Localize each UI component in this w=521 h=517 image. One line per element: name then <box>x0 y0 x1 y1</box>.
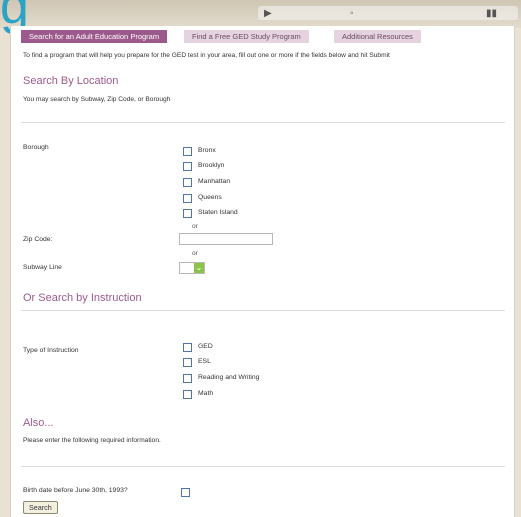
or-separator: or <box>192 223 198 230</box>
chevron-down-icon[interactable]: ⌄ <box>194 263 204 273</box>
location-instructions: You may search by Subway, Zip Code, or B… <box>23 96 171 103</box>
search-panel: Search for an Adult Education Program Fi… <box>10 26 515 517</box>
option-label: Math <box>198 390 214 397</box>
divider <box>21 310 505 311</box>
or-separator: or <box>192 250 198 257</box>
section-title-location: Search By Location <box>23 75 119 87</box>
option-label: Bronx <box>198 147 216 154</box>
play-icon: ▶ <box>264 8 272 19</box>
zip-code-input[interactable] <box>179 233 273 245</box>
option-label: Staten Island <box>198 209 238 216</box>
birth-date-label: Birth date before June 30th, 1993? <box>23 487 128 494</box>
subway-line-label: Subway Line <box>23 264 62 271</box>
zip-code-label: Zip Code: <box>23 236 53 243</box>
checkbox[interactable] <box>181 488 190 497</box>
section-title-instruction: Or Search by Instruction <box>23 292 142 304</box>
checkbox[interactable] <box>183 374 192 383</box>
also-instructions: Please enter the following required info… <box>23 437 161 444</box>
checkbox[interactable] <box>183 390 192 399</box>
type-of-instruction-label: Type of Instruction <box>23 347 79 354</box>
divider <box>21 122 505 123</box>
option-label: Queens <box>198 194 222 201</box>
checkbox[interactable] <box>183 358 192 367</box>
checkbox[interactable] <box>183 343 192 352</box>
subway-line-select[interactable]: ⌄ <box>179 262 205 274</box>
checkbox[interactable] <box>183 209 192 218</box>
divider <box>21 466 505 467</box>
checkbox[interactable] <box>183 162 192 171</box>
section-title-also: Also... <box>23 417 54 429</box>
option-label: Manhattan <box>198 178 231 185</box>
tab-find-ged-study[interactable]: Find a Free GED Study Program <box>184 30 309 43</box>
checkbox[interactable] <box>183 194 192 203</box>
circle-icon: ◦ <box>350 8 354 19</box>
option-label: Reading and Writing <box>198 374 260 381</box>
tab-additional-resources[interactable]: Additional Resources <box>334 30 421 43</box>
option-label: Brooklyn <box>198 162 225 169</box>
checkbox[interactable] <box>183 178 192 187</box>
browser-top-strip: g ▶ ◦ ▮▮ <box>0 0 521 32</box>
checkbox[interactable] <box>183 147 192 156</box>
option-label: ESL <box>198 358 211 365</box>
search-button[interactable]: Search <box>23 501 58 514</box>
tab-search-adult-education[interactable]: Search for an Adult Education Program <box>21 30 168 43</box>
menu-icon: ▮▮ <box>486 8 498 19</box>
borough-label: Borough <box>23 144 49 151</box>
toolbar-fragment: ▶ ◦ ▮▮ <box>258 6 518 20</box>
intro-text: To find a program that will help you pre… <box>23 52 390 59</box>
option-label: GED <box>198 343 213 350</box>
